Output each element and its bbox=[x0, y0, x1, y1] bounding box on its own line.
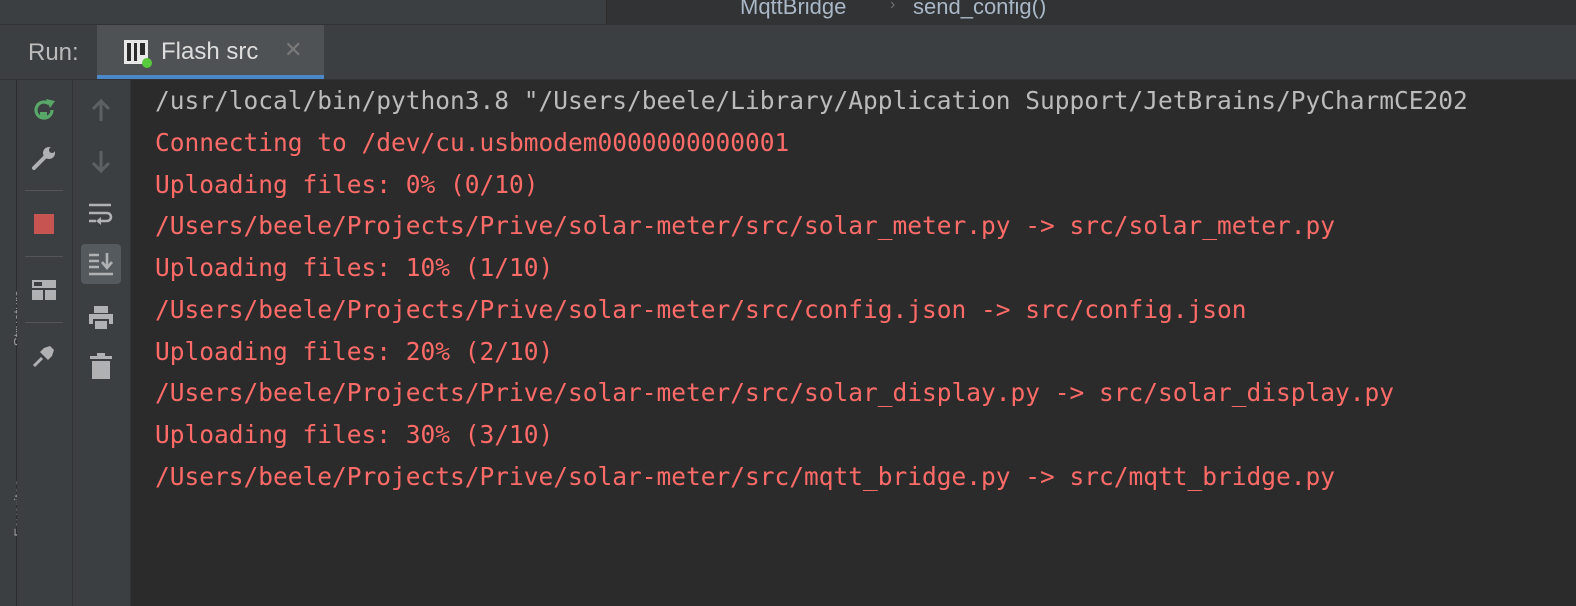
arrow-down-icon bbox=[91, 151, 111, 174]
breadcrumb-separator: › bbox=[890, 0, 896, 13]
edit-configuration-button[interactable] bbox=[24, 138, 64, 178]
side-tool-strip: Structure Favorites bbox=[0, 80, 27, 606]
arrow-up-icon bbox=[91, 98, 111, 121]
breadcrumb: MqttBridge › send_config() bbox=[607, 0, 1576, 24]
layout-icon bbox=[32, 280, 56, 300]
toolbar-separator bbox=[25, 322, 63, 323]
clear-all-button[interactable] bbox=[81, 346, 121, 386]
stop-icon bbox=[34, 214, 54, 234]
pin-icon bbox=[32, 346, 54, 368]
breadcrumb-class[interactable]: MqttBridge bbox=[740, 0, 846, 20]
scroll-to-end-icon bbox=[89, 253, 113, 276]
run-tool-window-header: Run: Flash src ✕ bbox=[0, 25, 1576, 80]
run-label: Run: bbox=[28, 39, 79, 66]
project-panel-edge bbox=[0, 0, 607, 24]
editor-breadcrumb-bar: MqttBridge › send_config() bbox=[0, 0, 1576, 25]
trash-icon bbox=[90, 353, 112, 379]
scroll-to-end-button[interactable] bbox=[81, 244, 121, 284]
breadcrumb-method[interactable]: send_config() bbox=[913, 0, 1046, 20]
active-tab-indicator bbox=[97, 75, 324, 79]
console-line: Uploading files: 0% (0/10) bbox=[155, 170, 539, 199]
tab-title: Flash src bbox=[161, 38, 259, 65]
toolbar-separator bbox=[25, 190, 63, 191]
console-line: Uploading files: 10% (1/10) bbox=[155, 253, 554, 282]
run-config-icon bbox=[123, 39, 152, 68]
soft-wrap-icon bbox=[89, 203, 113, 225]
down-stack-button[interactable] bbox=[81, 142, 121, 182]
restore-layout-button[interactable] bbox=[24, 270, 64, 310]
wrench-icon bbox=[32, 147, 55, 170]
console-toolbar bbox=[73, 80, 131, 606]
stop-button[interactable] bbox=[24, 204, 64, 244]
close-icon[interactable]: ✕ bbox=[284, 37, 302, 63]
console-line: /Users/beele/Projects/Prive/solar-meter/… bbox=[155, 378, 1395, 407]
print-icon bbox=[89, 306, 113, 331]
console-line: /Users/beele/Projects/Prive/solar-meter/… bbox=[155, 462, 1336, 491]
up-stack-button[interactable] bbox=[81, 90, 121, 130]
pin-tab-button[interactable] bbox=[24, 336, 64, 376]
rerun-icon bbox=[34, 99, 55, 120]
toolbar-separator bbox=[25, 256, 63, 257]
soft-wrap-button[interactable] bbox=[81, 194, 121, 234]
tab-flash-src[interactable]: Flash src ✕ bbox=[97, 25, 324, 79]
console-line: Connecting to /dev/cu.usbmodem0000000000… bbox=[155, 128, 790, 157]
console-output[interactable]: /usr/local/bin/python3.8 "/Users/beele/L… bbox=[131, 80, 1576, 606]
run-toolbar-primary bbox=[17, 80, 73, 606]
console-line: Uploading files: 30% (3/10) bbox=[155, 420, 554, 449]
console-line: Uploading files: 20% (2/10) bbox=[155, 337, 554, 366]
console-line-command: /usr/local/bin/python3.8 "/Users/beele/L… bbox=[155, 86, 1468, 115]
rerun-button[interactable] bbox=[24, 90, 64, 130]
console-line: /Users/beele/Projects/Prive/solar-meter/… bbox=[155, 211, 1336, 240]
console-line: /Users/beele/Projects/Prive/solar-meter/… bbox=[155, 295, 1247, 324]
print-button[interactable] bbox=[81, 298, 121, 338]
